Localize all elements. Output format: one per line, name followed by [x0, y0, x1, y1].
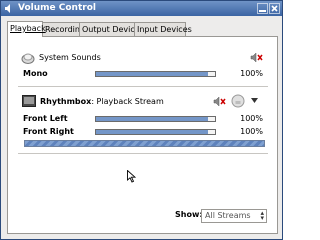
tab-output-devices[interactable]: Output Devices [79, 22, 144, 36]
peak-level-meter [24, 140, 265, 147]
speaker-icon [5, 4, 10, 13]
show-label-text: Show: [175, 210, 203, 219]
mouse-cursor-icon [127, 170, 136, 183]
tab-recording[interactable]: Recording [42, 22, 85, 36]
title-bar[interactable]: Volume Control [1, 1, 282, 16]
channel-label-front-right: Front Right [23, 127, 74, 136]
volume-control-window: Volume Control Playback Recording Output… [0, 0, 283, 240]
speaker-muted-icon[interactable] [213, 96, 226, 107]
slider-fill [96, 130, 208, 134]
spin-arrows-icon: ▴ ▾ [260, 209, 264, 222]
separator [18, 153, 268, 154]
slider-fill [96, 72, 208, 76]
speaker-muted-icon[interactable] [250, 52, 263, 63]
mono-percent: 100% [240, 69, 263, 78]
slider-fill [96, 117, 208, 121]
front-left-percent: 100% [240, 114, 263, 123]
window-title: Volume Control [18, 3, 96, 13]
mono-volume-slider[interactable] [95, 71, 216, 77]
front-left-volume-slider[interactable] [95, 116, 216, 122]
front-right-volume-slider[interactable] [95, 129, 216, 135]
stream-name: : Playback Stream [91, 97, 164, 106]
application-window-icon [22, 95, 36, 107]
tab-playback[interactable]: Playback [7, 21, 46, 37]
tab-label: Input Devices [137, 25, 192, 34]
stream-title: Rhythmbox: Playback Stream [40, 97, 164, 106]
stream-app-name: Rhythmbox [40, 97, 92, 106]
minimize-icon[interactable] [257, 3, 268, 14]
show-label: Show: [175, 210, 203, 219]
show-streams-select[interactable]: All Streams ▴ ▾ [201, 209, 267, 223]
close-icon[interactable] [269, 3, 280, 14]
channel-label-front-left: Front Left [23, 114, 68, 123]
system-sounds-icon [21, 53, 35, 64]
system-sounds-label: System Sounds [39, 53, 101, 62]
lock-channels-icon[interactable] [231, 94, 245, 108]
tab-input-devices[interactable]: Input Devices [134, 22, 192, 36]
separator [18, 86, 268, 87]
channel-label-mono: Mono [23, 69, 48, 78]
tab-label: Playback [10, 24, 46, 33]
front-right-percent: 100% [240, 127, 263, 136]
playback-panel: System Sounds Mono 100% Rhythmbox: Playb… [7, 36, 278, 234]
show-select-value: All Streams [205, 211, 251, 220]
chevron-down-icon[interactable] [251, 98, 258, 103]
